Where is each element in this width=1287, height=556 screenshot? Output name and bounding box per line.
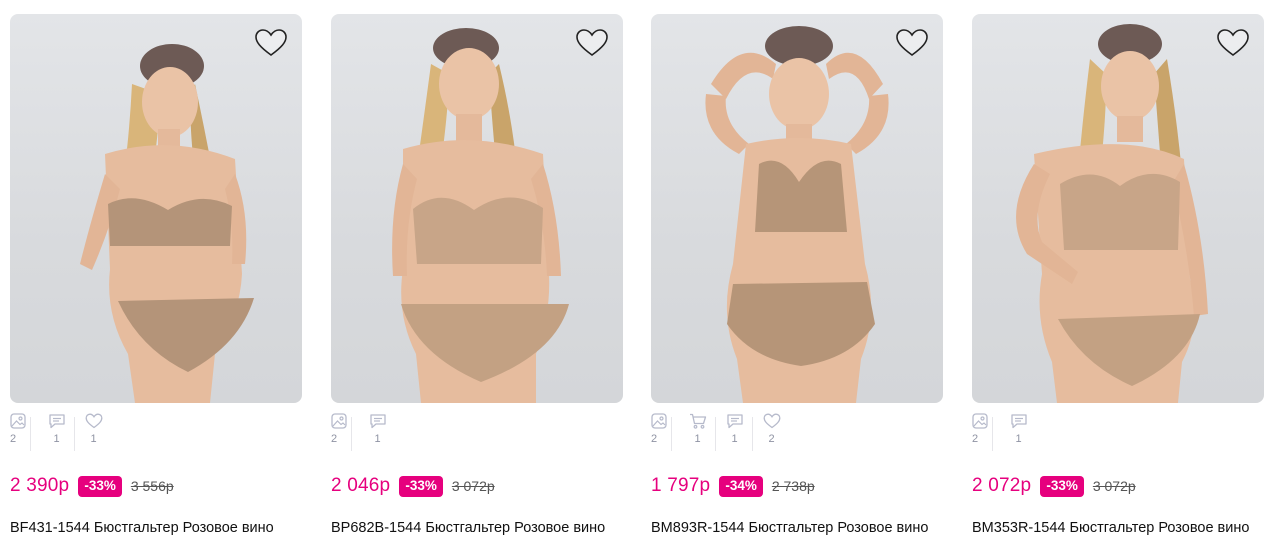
- product-image[interactable]: [651, 14, 943, 403]
- product-card: 2 1 2 072р -33% 3 072р BM353R-1544 Бюстг…: [972, 14, 1264, 536]
- photos-stat[interactable]: 2: [651, 413, 667, 453]
- cart-count: 1: [694, 433, 701, 445]
- old-price: 3 072р: [451, 478, 495, 494]
- product-card: 2 1 1 2 390р -33% 3 556р BF431-1544 Бюст…: [10, 14, 302, 536]
- photos-count: 2: [972, 433, 979, 445]
- comment-icon: [726, 414, 743, 429]
- old-price: 2 738р: [771, 478, 815, 494]
- image-icon: [10, 413, 26, 429]
- likes-count: 2: [768, 433, 775, 445]
- product-card: 2 1 1 2 1 797р -34% 2 738р BM893R-1544 Б…: [651, 14, 943, 536]
- product-title-link[interactable]: BM353R-1544 Бюстгальтер Розовое вино: [972, 516, 1264, 540]
- heart-outline-icon: [896, 29, 928, 56]
- product-photo: [80, 44, 254, 403]
- reviews-stat[interactable]: 1: [351, 413, 396, 453]
- favorite-button[interactable]: [254, 28, 288, 58]
- old-price: 3 072р: [1092, 478, 1136, 494]
- photos-stat[interactable]: 2: [331, 413, 347, 453]
- photos-stat[interactable]: 2: [10, 413, 26, 453]
- image-icon: [331, 413, 347, 429]
- discount-badge: -34%: [719, 475, 763, 497]
- comment-icon: [1010, 414, 1027, 429]
- favorite-button[interactable]: [575, 28, 609, 58]
- cart-icon: [689, 413, 706, 429]
- price-row: 2 072р -33% 3 072р: [972, 473, 1136, 499]
- current-price: 1 797р: [651, 475, 711, 496]
- photos-count: 2: [331, 433, 338, 445]
- comment-icon: [369, 414, 386, 429]
- likes-stat[interactable]: 1: [74, 413, 112, 453]
- likes-count: 1: [90, 433, 97, 445]
- photos-count: 2: [651, 433, 658, 445]
- reviews-count: 1: [731, 433, 738, 445]
- likes-stat[interactable]: 2: [752, 413, 790, 453]
- product-title-link[interactable]: BP682B-1544 Бюстгальтер Розовое вино: [331, 516, 623, 540]
- current-price: 2 046р: [331, 475, 391, 496]
- reviews-stat[interactable]: 1: [30, 413, 75, 453]
- product-photo: [705, 26, 889, 403]
- comment-icon: [48, 414, 65, 429]
- favorite-button[interactable]: [895, 28, 929, 58]
- discount-badge: -33%: [399, 475, 443, 497]
- product-stats: 2 1: [972, 413, 1037, 453]
- image-icon: [972, 413, 988, 429]
- old-price: 3 556р: [130, 478, 174, 494]
- reviews-count: 1: [1015, 433, 1022, 445]
- price-row: 2 046р -33% 3 072р: [331, 473, 495, 499]
- discount-badge: -33%: [78, 475, 122, 497]
- product-title-link[interactable]: BF431-1544 Бюстгальтер Розовое вино: [10, 516, 302, 540]
- reviews-count: 1: [53, 433, 60, 445]
- product-photo: [392, 28, 569, 403]
- product-image[interactable]: [331, 14, 623, 403]
- reviews-stat[interactable]: 1: [715, 413, 753, 453]
- image-icon: [651, 413, 667, 429]
- product-card: 2 1 2 046р -33% 3 072р BP682B-1544 Бюстг…: [331, 14, 623, 536]
- product-photo: [1016, 24, 1208, 403]
- product-stats: 2 1 1: [10, 413, 112, 453]
- favorite-button[interactable]: [1216, 28, 1250, 58]
- price-row: 1 797р -34% 2 738р: [651, 473, 815, 499]
- photos-stat[interactable]: 2: [972, 413, 988, 453]
- product-image[interactable]: [10, 14, 302, 403]
- product-image[interactable]: [972, 14, 1264, 403]
- product-title-link[interactable]: BM893R-1544 Бюстгальтер Розовое вино: [651, 516, 943, 540]
- current-price: 2 072р: [972, 475, 1032, 496]
- product-grid: 2 1 1 2 390р -33% 3 556р BF431-1544 Бюст…: [0, 0, 1287, 556]
- heart-outline-icon: [255, 29, 287, 56]
- product-stats: 2 1 1: [651, 413, 790, 453]
- reviews-stat[interactable]: 1: [992, 413, 1037, 453]
- heart-outline-icon: [1217, 29, 1249, 56]
- cart-stat[interactable]: 1: [671, 413, 716, 453]
- heart-icon: [85, 413, 102, 429]
- reviews-count: 1: [374, 433, 381, 445]
- current-price: 2 390р: [10, 475, 70, 496]
- photos-count: 2: [10, 433, 17, 445]
- price-row: 2 390р -33% 3 556р: [10, 473, 174, 499]
- product-stats: 2 1: [331, 413, 396, 453]
- heart-outline-icon: [576, 29, 608, 56]
- heart-icon: [763, 413, 780, 429]
- discount-badge: -33%: [1040, 475, 1084, 497]
